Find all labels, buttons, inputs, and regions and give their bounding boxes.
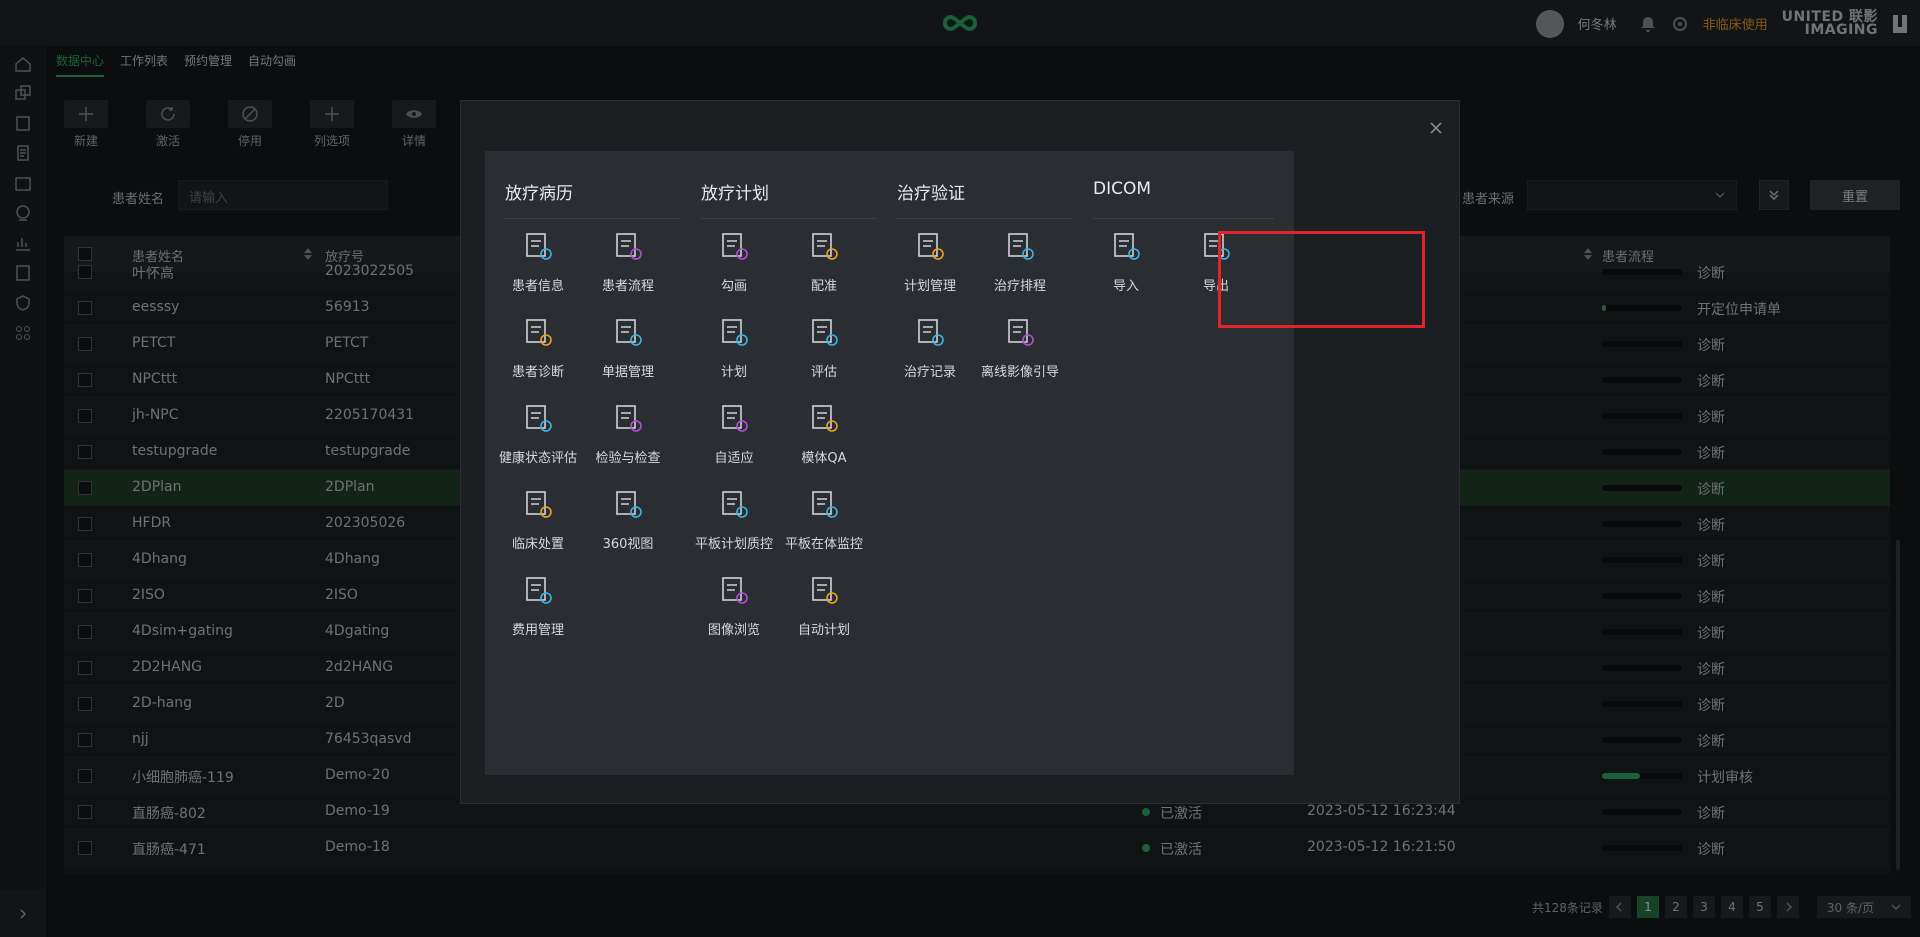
module-icon <box>812 577 838 604</box>
module-item[interactable]: 平板计划质控 <box>689 479 779 569</box>
divider <box>701 218 882 219</box>
module-item[interactable]: 临床处置 <box>493 479 583 569</box>
close-icon[interactable] <box>1429 121 1443 135</box>
module-icon <box>722 233 748 260</box>
module-icon <box>722 577 748 604</box>
module-item[interactable]: 治疗排程 <box>975 221 1065 311</box>
module-icon <box>616 405 642 432</box>
module-icon <box>812 319 838 346</box>
module-item[interactable]: 平板在体监控 <box>779 479 869 569</box>
module-icon <box>526 491 552 518</box>
module-card: 放疗病历患者信息 患者流程 患者诊断 单据管理 健康状态评估 检验与检查 临床处置 360视图… <box>485 151 706 775</box>
divider <box>1093 218 1274 219</box>
module-item[interactable]: 患者信息 <box>493 221 583 311</box>
module-item[interactable]: 模体QA <box>779 393 869 483</box>
divider <box>897 218 1078 219</box>
module-item[interactable]: 配准 <box>779 221 869 311</box>
module-item[interactable]: 单据管理 <box>583 307 673 397</box>
module-item[interactable]: 360视图 <box>583 479 673 569</box>
module-icon <box>722 405 748 432</box>
module-item[interactable]: 导入 <box>1081 221 1171 311</box>
module-item[interactable]: 费用管理 <box>493 565 583 655</box>
module-item[interactable]: 检验与检查 <box>583 393 673 483</box>
module-item[interactable]: 离线影像引导 <box>975 307 1065 397</box>
module-item[interactable]: 患者诊断 <box>493 307 583 397</box>
module-item[interactable]: 健康状态评估 <box>493 393 583 483</box>
module-icon <box>812 233 838 260</box>
module-card-title: 放疗病历 <box>505 184 573 204</box>
module-item[interactable]: 计划 <box>689 307 779 397</box>
module-item[interactable]: 患者流程 <box>583 221 673 311</box>
module-card-title: 治疗验证 <box>897 184 965 204</box>
module-card: 放疗计划勾画 配准 计划 评估 自适应 模体QA 平板计划质控 平板在体监控 图像浏览 自动计划 <box>681 151 902 775</box>
module-icon <box>918 319 944 346</box>
module-icon <box>918 233 944 260</box>
module-icon <box>812 405 838 432</box>
module-icon <box>722 491 748 518</box>
module-card-title: 放疗计划 <box>701 184 769 204</box>
module-icon <box>616 491 642 518</box>
module-icon <box>526 405 552 432</box>
module-icon <box>1008 233 1034 260</box>
module-launcher-modal: 放疗病历患者信息 患者流程 患者诊断 单据管理 健康状态评估 检验与检查 临床处置 360视图… <box>460 100 1460 804</box>
divider <box>505 218 686 219</box>
module-card: 治疗验证计划管理 治疗排程 治疗记录 离线影像引导 <box>877 151 1098 775</box>
module-card-title: DICOM <box>1093 179 1152 199</box>
module-icon <box>1008 319 1034 346</box>
module-item[interactable]: 计划管理 <box>885 221 975 311</box>
module-item[interactable]: 勾画 <box>689 221 779 311</box>
app-root: 何冬林 非临床使用 UNITED 联影 IMAGING 数据中心 工作列表 预约管… <box>0 0 1920 937</box>
module-icon <box>526 577 552 604</box>
module-icon <box>1114 233 1140 260</box>
module-item[interactable]: 自动计划 <box>779 565 869 655</box>
module-item[interactable]: 自适应 <box>689 393 779 483</box>
module-item[interactable]: 评估 <box>779 307 869 397</box>
module-icon <box>722 319 748 346</box>
module-icon <box>526 233 552 260</box>
module-icon <box>616 319 642 346</box>
dicom-highlight-box <box>1218 231 1425 328</box>
module-item[interactable]: 治疗记录 <box>885 307 975 397</box>
module-icon <box>812 491 838 518</box>
module-icon <box>616 233 642 260</box>
module-icon <box>526 319 552 346</box>
module-item[interactable]: 图像浏览 <box>689 565 779 655</box>
